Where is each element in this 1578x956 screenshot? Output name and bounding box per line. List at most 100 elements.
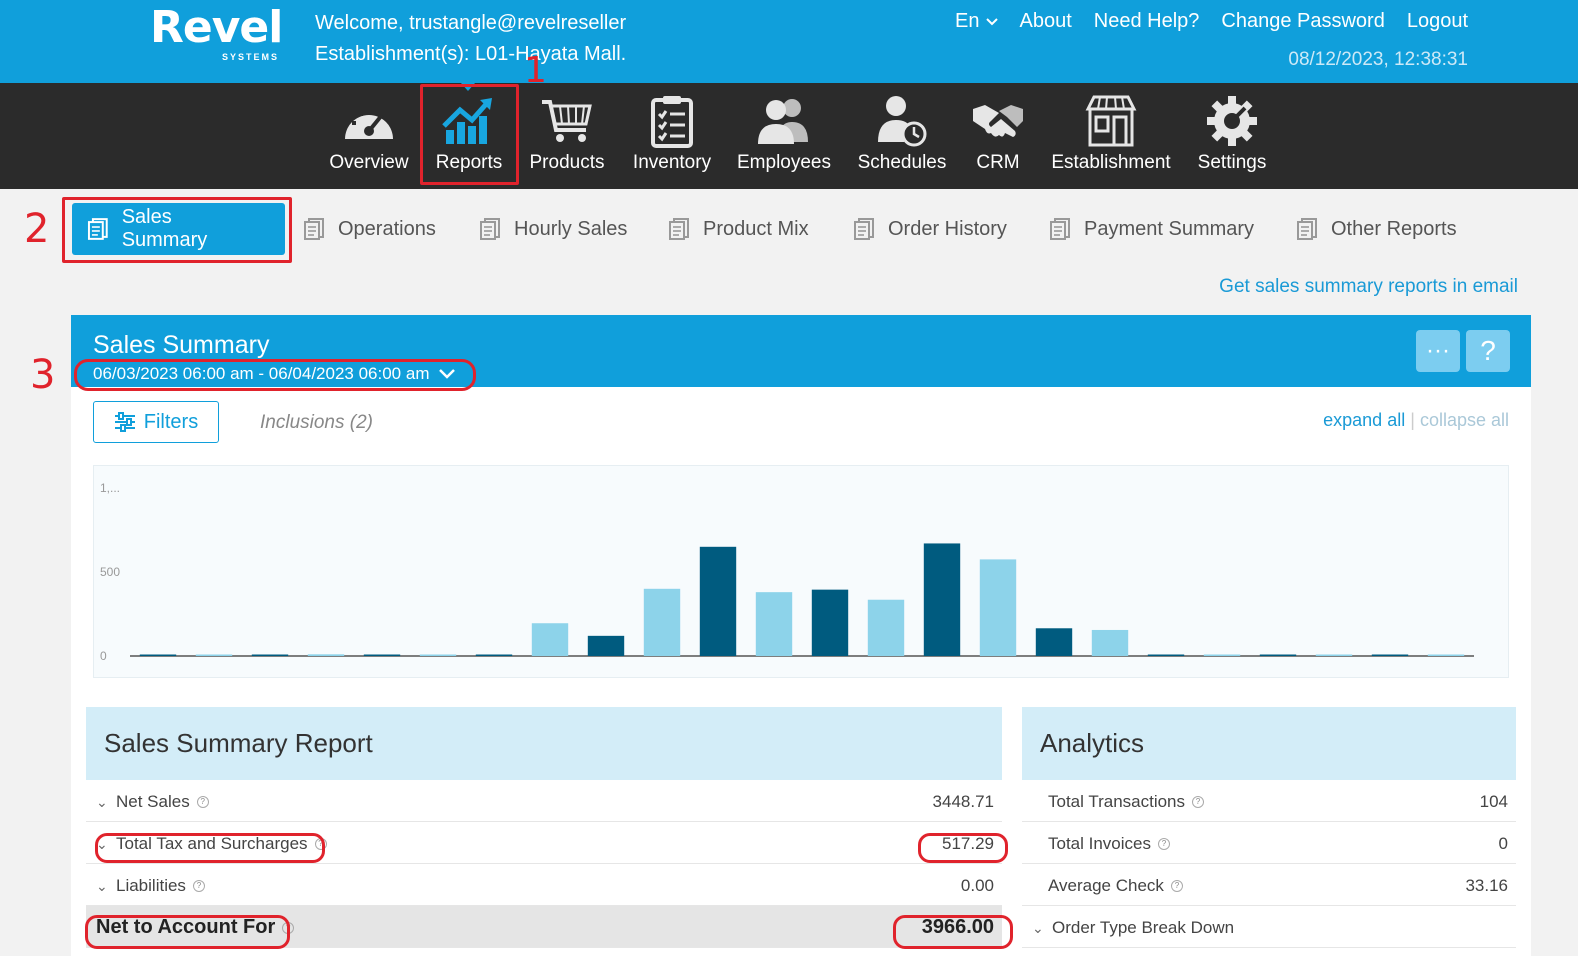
tab-order-history[interactable]: Order History bbox=[852, 203, 1007, 255]
nav-settings[interactable]: Settings bbox=[1194, 83, 1270, 189]
collapse-all-link[interactable]: collapse all bbox=[1420, 410, 1509, 430]
tab-payment-summary[interactable]: Payment Summary bbox=[1048, 203, 1254, 255]
summary-report-title: Sales Summary Report bbox=[86, 707, 1002, 780]
chart-bar[interactable] bbox=[139, 654, 177, 657]
summary-row-net-sales[interactable]: ⌄ Net Sales? 3448.71 bbox=[86, 780, 1002, 822]
nav-crm[interactable]: CRM bbox=[966, 83, 1030, 189]
annotation-number-1: 1 bbox=[524, 50, 547, 91]
document-icon bbox=[1050, 218, 1070, 240]
info-icon[interactable]: ? bbox=[196, 796, 209, 808]
chart-bar[interactable] bbox=[699, 546, 737, 656]
row-value: 33.16 bbox=[1465, 876, 1508, 895]
chart-bar[interactable] bbox=[1035, 628, 1073, 656]
tab-hourly-sales-label: Hourly Sales bbox=[514, 217, 628, 240]
tab-operations[interactable]: Operations bbox=[302, 203, 436, 255]
row-value: 0.00 bbox=[960, 876, 994, 895]
chart-bar[interactable] bbox=[307, 654, 345, 656]
sliders-icon bbox=[114, 412, 135, 432]
gear-icon bbox=[1204, 93, 1260, 149]
chart-bar[interactable] bbox=[531, 623, 569, 656]
more-options-button[interactable]: ··· bbox=[1416, 330, 1460, 372]
annotation-box-tax-value bbox=[918, 833, 1008, 863]
help-link[interactable]: Need Help? bbox=[1094, 10, 1200, 33]
filters-label: Filters bbox=[143, 410, 199, 433]
sales-bar-chart: 1,... 500 0 bbox=[100, 481, 1474, 663]
info-icon[interactable]: ? bbox=[1158, 838, 1170, 850]
analytics-row-order-type[interactable]: ⌄ Order Type Break Down bbox=[1022, 906, 1516, 948]
tab-other-reports[interactable]: Other Reports bbox=[1295, 203, 1457, 255]
help-button[interactable]: ? bbox=[1466, 330, 1510, 372]
chart-bar[interactable] bbox=[755, 592, 793, 656]
chart-bar[interactable] bbox=[1203, 654, 1241, 657]
analytics-row-invoices: Total Invoices? 0 bbox=[1022, 822, 1516, 864]
chart-bar[interactable] bbox=[363, 654, 401, 657]
chart-bar[interactable] bbox=[1427, 654, 1465, 657]
chart-bar[interactable] bbox=[587, 635, 625, 656]
inclusions-link[interactable]: Inclusions (2) bbox=[260, 412, 373, 434]
logo-subtitle: SYSTEMS bbox=[222, 52, 280, 62]
storefront-icon bbox=[1083, 93, 1139, 149]
annotation-box-date-range bbox=[74, 359, 476, 391]
document-icon bbox=[480, 218, 500, 240]
revel-logo[interactable]: Revel SYSTEMS bbox=[150, 2, 283, 63]
row-label: Total Transactions bbox=[1048, 792, 1186, 811]
nav-crm-label: CRM bbox=[976, 152, 1020, 173]
row-label: Liabilities bbox=[116, 876, 186, 895]
chart-bar[interactable] bbox=[475, 654, 513, 657]
change-password-link[interactable]: Change Password bbox=[1221, 10, 1384, 33]
chart-bar[interactable] bbox=[923, 543, 961, 656]
chart-bar[interactable] bbox=[1315, 654, 1353, 657]
nav-products[interactable]: Products bbox=[524, 83, 610, 189]
about-link[interactable]: About bbox=[1020, 10, 1072, 33]
chevron-down-icon bbox=[985, 17, 998, 25]
row-label: Total Invoices bbox=[1048, 834, 1151, 853]
panel-title: Sales Summary bbox=[93, 331, 270, 359]
annotation-box-net-label bbox=[85, 915, 290, 949]
filters-button[interactable]: Filters bbox=[93, 401, 219, 443]
y-tick-label: 0 bbox=[100, 649, 107, 663]
chart-bar[interactable] bbox=[1147, 654, 1185, 657]
annotation-number-3: 3 bbox=[30, 352, 56, 398]
chart-bar[interactable] bbox=[643, 588, 681, 656]
summary-row-liabilities[interactable]: ⌄ Liabilities? 0.00 bbox=[86, 864, 1002, 906]
tab-product-mix[interactable]: Product Mix bbox=[667, 203, 809, 255]
row-value: 104 bbox=[1479, 792, 1508, 811]
establishment-text: Establishment(s): L01-Hayata Mall. bbox=[315, 43, 627, 65]
info-icon[interactable]: ? bbox=[1170, 880, 1183, 892]
header-links: En About Need Help? Change Password Logo… bbox=[955, 10, 1468, 33]
cart-icon bbox=[539, 93, 595, 149]
chart-bar[interactable] bbox=[811, 589, 849, 656]
chart-bar[interactable] bbox=[1091, 629, 1129, 656]
info-icon[interactable]: ? bbox=[1192, 796, 1205, 808]
email-reports-link[interactable]: Get sales summary reports in email bbox=[1219, 276, 1518, 298]
annotation-box-sales-summary bbox=[62, 197, 292, 263]
tab-hourly-sales[interactable]: Hourly Sales bbox=[478, 203, 627, 255]
nav-overview[interactable]: Overview bbox=[325, 83, 413, 189]
chart-bar[interactable] bbox=[251, 654, 289, 657]
info-icon[interactable]: ? bbox=[192, 880, 205, 892]
document-icon bbox=[854, 218, 874, 240]
nav-schedules[interactable]: Schedules bbox=[854, 83, 950, 189]
chevron-down-icon[interactable]: ⌄ bbox=[1032, 920, 1046, 937]
nav-employees[interactable]: Employees bbox=[734, 83, 834, 189]
chart-bar[interactable] bbox=[195, 654, 233, 657]
chart-bar[interactable] bbox=[419, 654, 457, 657]
logout-link[interactable]: Logout bbox=[1407, 10, 1468, 33]
language-select[interactable]: En bbox=[955, 10, 998, 33]
chart-bar[interactable] bbox=[1371, 654, 1409, 657]
nav-establishment[interactable]: Establishment bbox=[1048, 83, 1174, 189]
nav-inventory[interactable]: Inventory bbox=[630, 83, 714, 189]
chart-bar[interactable] bbox=[1259, 654, 1297, 657]
link-separator: | bbox=[1410, 410, 1415, 430]
chevron-down-icon[interactable]: ⌄ bbox=[96, 794, 110, 811]
nav-overview-label: Overview bbox=[329, 152, 409, 173]
speedometer-icon bbox=[341, 93, 397, 149]
sales-summary-report: Sales Summary Report ⌄ Net Sales? 3448.71… bbox=[86, 707, 1002, 948]
chevron-down-icon[interactable]: ⌄ bbox=[96, 878, 110, 895]
expand-all-link[interactable]: expand all bbox=[1323, 410, 1405, 430]
logo-word: Revel bbox=[150, 2, 283, 53]
chart-bar[interactable] bbox=[979, 559, 1017, 656]
nav-employees-label: Employees bbox=[737, 152, 831, 173]
chart-bar[interactable] bbox=[867, 599, 905, 656]
expand-collapse-links: expand all | collapse all bbox=[1323, 410, 1509, 431]
